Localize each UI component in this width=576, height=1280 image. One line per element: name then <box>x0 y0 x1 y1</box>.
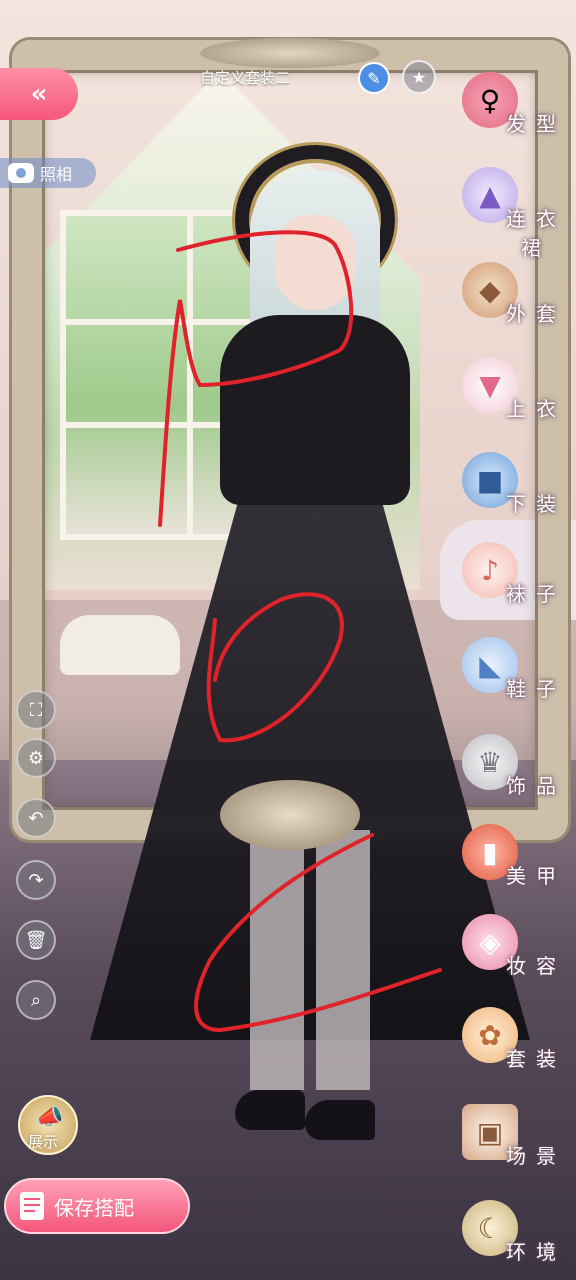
category-label: 上衣 <box>506 397 566 421</box>
redo-icon: ↷ <box>28 869 44 891</box>
category-bottoms[interactable]: ■ 下装 <box>456 452 576 532</box>
delete-button[interactable]: 🗑 <box>16 920 56 960</box>
category-environment[interactable]: ☾ 环境 <box>456 1200 576 1280</box>
edit-name-button[interactable]: ✎ <box>358 62 390 94</box>
save-outfit-label: 保存搭配 <box>54 1195 134 1220</box>
character-legs <box>250 830 370 1090</box>
photo-button-label: 照相 <box>40 165 73 184</box>
category-label: 美甲 <box>506 864 566 888</box>
photo-button[interactable]: 照相 <box>0 158 96 188</box>
category-shoes[interactable]: ◣ 鞋子 <box>456 637 576 717</box>
category-top[interactable]: ▼ 上衣 <box>456 357 576 437</box>
category-label: 套装 <box>506 1047 566 1071</box>
category-label: 妆容 <box>506 954 566 978</box>
zoom-icon: ⌕ <box>30 989 42 1011</box>
category-label: 发型 <box>506 112 566 136</box>
pencil-icon: ✎ <box>367 68 381 88</box>
category-scene[interactable]: ▣ 场景 <box>456 1104 576 1184</box>
character-bodice <box>220 315 410 505</box>
show-button[interactable]: 📣 展示 <box>18 1095 78 1155</box>
category-makeup[interactable]: ◈ 妆容 <box>456 914 576 994</box>
gear-icon: ⚙ <box>27 747 45 769</box>
outfit-title[interactable]: 自定义套装二 <box>170 66 320 90</box>
frame-bottom-ornament <box>220 780 360 850</box>
double-chevron-left-icon: « <box>30 79 48 109</box>
category-label: 场景 <box>506 1144 566 1168</box>
category-hairstyle[interactable]: ♀ 发型 <box>456 72 576 152</box>
star-icon: ★ <box>411 67 427 87</box>
character-face <box>275 215 355 310</box>
show-button-label: 展示 <box>28 1133 59 1151</box>
category-label: 外套 <box>506 302 566 326</box>
zoom-button[interactable]: ⌕ <box>16 980 56 1020</box>
undo-icon: ↶ <box>28 807 44 829</box>
megaphone-icon: 📣 <box>36 1105 64 1130</box>
document-icon <box>20 1192 44 1220</box>
category-label: 下装 <box>506 492 566 516</box>
favorite-button[interactable]: ★ <box>402 60 436 94</box>
category-label: 连衣裙 <box>506 207 566 260</box>
save-outfit-button[interactable]: 保存搭配 <box>4 1178 190 1234</box>
category-outfit-set[interactable]: ✿ 套装 <box>456 1007 576 1087</box>
category-accessories[interactable]: ♛ 饰品 <box>456 734 576 814</box>
category-socks[interactable]: ♪ 袜子 <box>456 542 576 622</box>
category-label: 饰品 <box>506 774 566 798</box>
undo-button[interactable]: ↶ <box>16 798 56 838</box>
settings-button[interactable]: ⚙ <box>16 738 56 778</box>
redo-button[interactable]: ↷ <box>16 860 56 900</box>
category-list: ♀ 发型 ▲ 连衣裙 ◆ 外套 ▼ 上衣 ■ 下装 ♪ 袜子 ◣ 鞋子 ♛ 饰品… <box>456 72 576 1272</box>
character-shoe-right <box>305 1100 375 1140</box>
category-label: 环境 <box>506 1240 566 1264</box>
category-label: 袜子 <box>506 582 566 606</box>
camera-icon <box>8 163 34 183</box>
frame-top-ornament <box>200 38 380 68</box>
expand-icon: ⛶ <box>29 699 43 721</box>
category-dress[interactable]: ▲ 连衣裙 <box>456 167 576 260</box>
category-label: 鞋子 <box>506 677 566 701</box>
back-button[interactable]: « <box>0 68 78 120</box>
expand-button[interactable]: ⛶ <box>16 690 56 730</box>
trash-icon: 🗑 <box>24 929 48 951</box>
category-nails[interactable]: ▮ 美甲 <box>456 824 576 904</box>
category-coat[interactable]: ◆ 外套 <box>456 262 576 342</box>
character-shoe-left <box>235 1090 305 1130</box>
